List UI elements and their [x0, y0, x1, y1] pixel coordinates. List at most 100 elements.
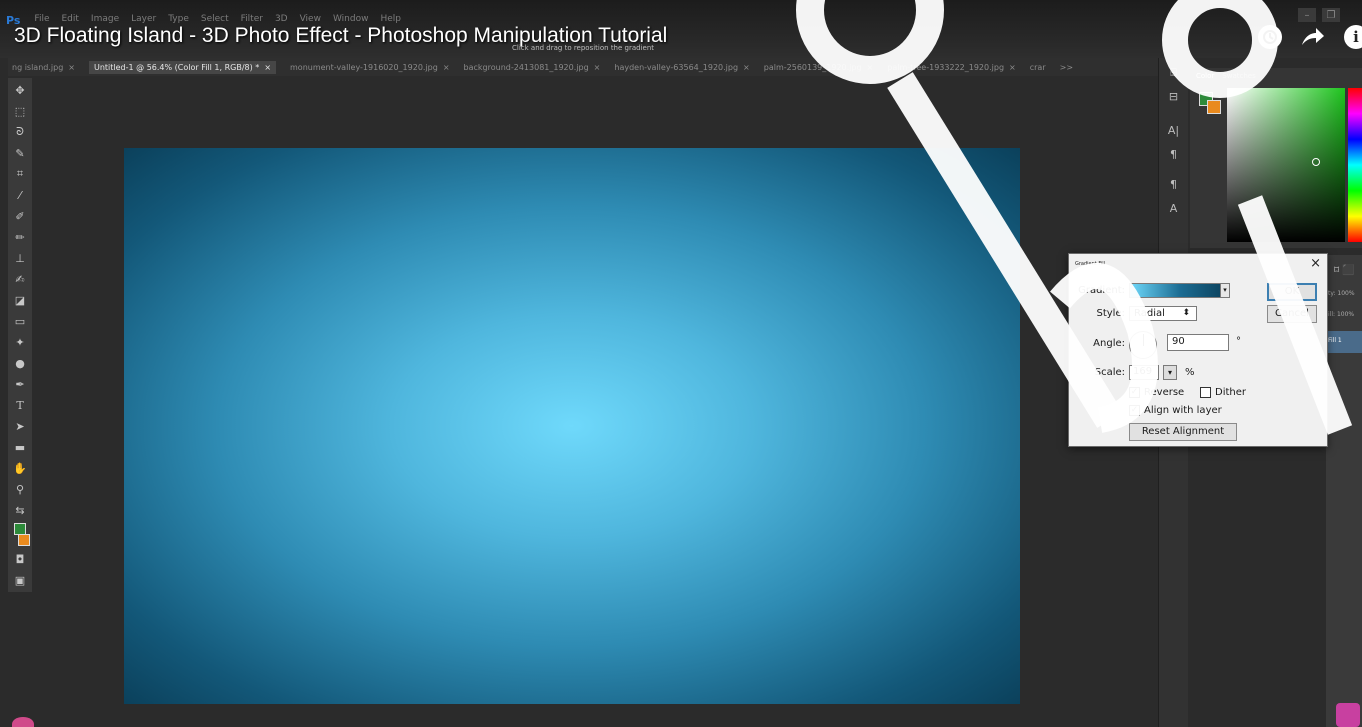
crop-tool-icon[interactable]: ⌗ — [12, 166, 28, 182]
degree-unit: ° — [1236, 336, 1241, 347]
layers-panel-icons[interactable]: ⌑ ⬛ — [1334, 265, 1355, 276]
quick-mask-icon[interactable]: ◘ — [12, 551, 28, 567]
checkmark-icon: ✓ — [1129, 405, 1140, 416]
close-icon[interactable]: × — [1009, 63, 1016, 72]
scale-input[interactable]: 169 — [1129, 365, 1159, 380]
character-panel-icon[interactable]: A| — [1164, 124, 1184, 140]
tab-untitled-1[interactable]: Untitled-1 @ 56.4% (Color Fill 1, RGB/8)… — [88, 60, 277, 74]
gradient-preview[interactable] — [1129, 283, 1230, 298]
path-selection-tool-icon[interactable]: ➤ — [12, 418, 28, 434]
layer-row-color-fill[interactable]: Fill 1 — [1326, 331, 1362, 353]
layers-panel: ⌑ ⬛ ty: 100% ill: 100% Fill 1 — [1326, 255, 1362, 727]
scale-label: Scale: — [1094, 367, 1125, 378]
close-icon[interactable]: × — [68, 63, 75, 72]
angle-dial[interactable] — [1129, 331, 1157, 359]
color-panel: Color Swatches — [1190, 68, 1362, 248]
layer-fill[interactable]: ill: 100% — [1328, 311, 1354, 318]
tab-swatches[interactable]: Swatches — [1222, 72, 1255, 80]
tab-palm[interactable]: palm-2560139_1920.jpg × — [764, 63, 874, 72]
reverse-checkbox[interactable]: ✓ Reverse — [1129, 387, 1184, 398]
tab-color[interactable]: Color — [1196, 72, 1214, 80]
percent-unit: % — [1185, 367, 1195, 378]
tab-background[interactable]: background-2413081_1920.jpg × — [464, 63, 601, 72]
dither-checkbox[interactable]: Dither — [1200, 387, 1246, 398]
brush-tool-icon[interactable]: ✏ — [12, 229, 28, 245]
eraser-tool-icon[interactable]: ◪ — [12, 292, 28, 308]
photoshop-window: Ps File Edit Image Layer Type Select Fil… — [0, 0, 1362, 727]
type-tool-icon[interactable]: T — [12, 397, 28, 413]
color-field[interactable] — [1227, 88, 1345, 242]
close-icon[interactable]: × — [1310, 256, 1321, 271]
tab-palm-tree[interactable]: palm-tree-1933222_1920.jpg × — [887, 63, 1015, 72]
style-value: Radial — [1134, 308, 1165, 319]
video-controls: i — [1258, 25, 1362, 49]
paragraph-panel-icon[interactable]: ¶ — [1164, 148, 1184, 164]
angle-label: Angle: — [1093, 338, 1125, 349]
tabs-overflow-icon[interactable]: >> — [1060, 63, 1073, 72]
close-icon[interactable]: × — [594, 63, 601, 72]
empty-checkbox-icon — [1200, 387, 1211, 398]
gradient-label: Gradient: — [1078, 285, 1125, 296]
minimize-icon[interactable]: – — [1298, 8, 1316, 22]
hand-tool-icon[interactable]: ✋ — [12, 460, 28, 476]
move-tool-icon[interactable]: ✥ — [12, 82, 28, 98]
style-label: Style: — [1096, 308, 1126, 319]
dodge-tool-icon[interactable]: ● — [12, 355, 28, 371]
reset-alignment-button[interactable]: Reset Alignment — [1129, 423, 1237, 441]
color-picker-ring[interactable] — [1312, 158, 1320, 166]
align-label: Align with layer — [1144, 405, 1222, 416]
background-color-swatch[interactable] — [18, 534, 30, 546]
tab-floating-island[interactable]: ng island.jpg × — [12, 63, 75, 72]
tab-monument-valley[interactable]: monument-valley-1916020_1920.jpg × — [290, 63, 450, 72]
document-tabs: ng island.jpg × Untitled-1 @ 56.4% (Color… — [8, 58, 1158, 76]
character-styles-icon[interactable]: A — [1164, 202, 1184, 218]
pen-tool-icon[interactable]: ✒ — [12, 376, 28, 392]
gradient-fill-dialog: Gradient Fill × Gradient: ▾ Style: Radia… — [1068, 253, 1328, 447]
history-brush-tool-icon[interactable]: ✍ — [12, 271, 28, 287]
scale-dropdown-icon[interactable]: ▾ — [1163, 365, 1177, 380]
close-icon[interactable]: × — [443, 63, 450, 72]
document-canvas[interactable] — [124, 148, 1020, 704]
zoom-tool-icon[interactable]: ⚲ — [12, 481, 28, 497]
angle-input[interactable]: 90 — [1167, 334, 1229, 351]
channel-watermark-logo[interactable] — [1336, 703, 1360, 727]
dialog-title: Gradient Fill — [1075, 261, 1106, 267]
screen-mode-icon[interactable]: ▣ — [12, 572, 28, 588]
marquee-tool-icon[interactable]: ⬚ — [12, 103, 28, 119]
panel-background-swatch[interactable] — [1207, 100, 1221, 114]
restore-icon[interactable]: ❐ — [1322, 8, 1340, 22]
history-panel-icon[interactable]: ⌸ — [1164, 66, 1184, 82]
close-icon[interactable]: × — [867, 63, 874, 72]
tools-panel: ✥ ⬚ ᘐ ✎ ⌗ ⁄ ✐ ✏ ⊥ ✍ ◪ ▭ ✦ ● ✒ T ➤ ▬ ✋ ⚲ … — [8, 78, 32, 592]
checkmark-icon: ✓ — [1129, 387, 1140, 398]
select-arrows-icon: ⬍ — [1182, 308, 1190, 318]
tab-hayden-valley[interactable]: hayden-valley-63564_1920.jpg × — [614, 63, 749, 72]
paragraph-styles-icon[interactable]: ¶ — [1164, 178, 1184, 194]
gradient-dropdown-icon[interactable]: ▾ — [1220, 284, 1229, 297]
info-icon[interactable]: i — [1344, 25, 1362, 49]
healing-brush-tool-icon[interactable]: ✐ — [12, 208, 28, 224]
eyedropper-tool-icon[interactable]: ⁄ — [12, 187, 28, 203]
properties-panel-icon[interactable]: ⊟ — [1164, 90, 1184, 106]
watch-later-clock-icon[interactable] — [1258, 25, 1282, 49]
style-select[interactable]: Radial ⬍ — [1129, 306, 1197, 321]
close-icon[interactable]: × — [743, 63, 750, 72]
cancel-button[interactable]: Cancel — [1267, 305, 1317, 323]
layer-opacity[interactable]: ty: 100% — [1328, 290, 1355, 297]
channel-logo[interactable] — [12, 717, 34, 727]
shape-tool-icon[interactable]: ▬ — [12, 439, 28, 455]
hue-slider[interactable] — [1348, 88, 1362, 242]
align-with-layer-checkbox[interactable]: ✓ Align with layer — [1129, 405, 1222, 416]
tab-crar[interactable]: crar — [1030, 63, 1046, 72]
menu-bar: Ps File Edit Image Layer Type Select Fil… — [0, 0, 1362, 58]
hint-text: Click and drag to reposition the gradien… — [512, 44, 655, 52]
close-icon[interactable]: × — [264, 63, 271, 72]
quick-select-tool-icon[interactable]: ✎ — [12, 145, 28, 161]
gradient-tool-icon[interactable]: ▭ — [12, 313, 28, 329]
share-arrow-icon[interactable] — [1300, 25, 1326, 49]
swap-colors-icon[interactable]: ⇆ — [12, 502, 28, 518]
ok-button[interactable]: OK — [1267, 283, 1317, 301]
clone-stamp-tool-icon[interactable]: ⊥ — [12, 250, 28, 266]
blur-tool-icon[interactable]: ✦ — [12, 334, 28, 350]
lasso-tool-icon[interactable]: ᘐ — [12, 124, 28, 140]
